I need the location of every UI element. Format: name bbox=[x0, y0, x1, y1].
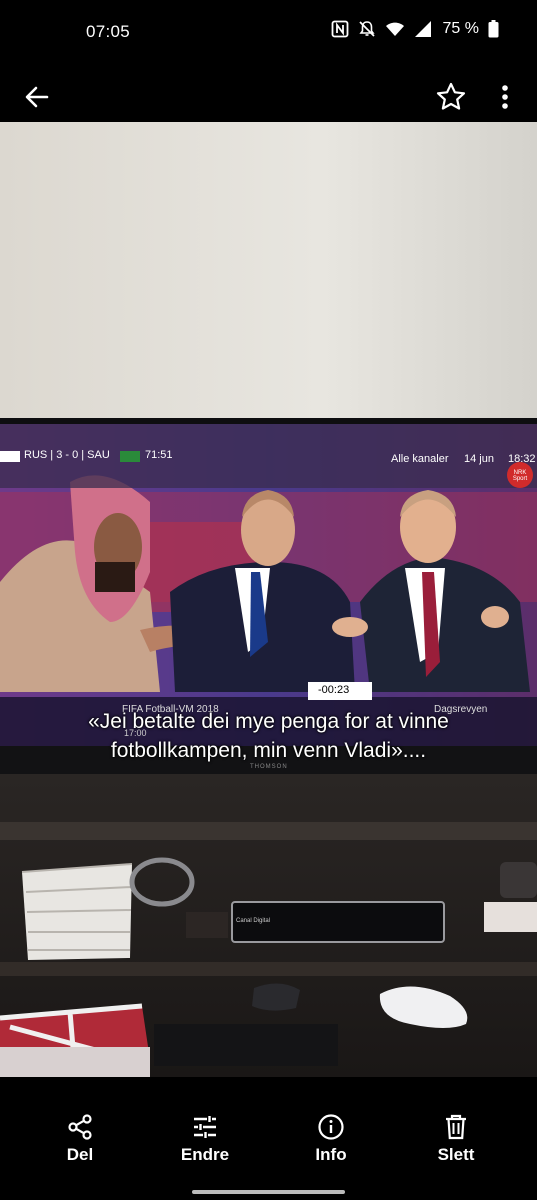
tune-icon bbox=[194, 1116, 216, 1138]
status-bar: 07:05 75 % bbox=[0, 0, 537, 62]
share-label: Del bbox=[66, 1145, 94, 1164]
tv-date: 14 jun bbox=[464, 453, 494, 465]
battery-icon bbox=[488, 20, 499, 38]
trash-icon bbox=[446, 1114, 466, 1140]
bottom-action-bar: Del Endre Info Slett bbox=[0, 1077, 537, 1200]
home-indicator[interactable] bbox=[192, 1190, 345, 1194]
more-vert-icon bbox=[502, 85, 508, 109]
info-button[interactable]: Info bbox=[286, 1113, 376, 1165]
delete-button[interactable]: Slett bbox=[411, 1113, 501, 1165]
tv-channel-label: Alle kanaler bbox=[391, 453, 449, 465]
caption-line-1: «Jei betalte dei mye penga for at vinne bbox=[88, 710, 449, 733]
caption-line-2: fotbollkampen, min venn Vladi».... bbox=[110, 739, 427, 762]
edit-label: Endre bbox=[180, 1145, 230, 1164]
app-bar bbox=[0, 62, 537, 122]
back-button[interactable] bbox=[20, 80, 54, 114]
photo-image bbox=[0, 122, 537, 1077]
battery-percentage: 75 % bbox=[442, 20, 479, 37]
back-arrow-icon bbox=[25, 86, 49, 108]
share-icon bbox=[68, 1114, 92, 1140]
tv-score-overlay: RUS | 3 - 0 | SAU bbox=[24, 449, 110, 461]
nfc-icon bbox=[331, 20, 348, 38]
favorite-button[interactable] bbox=[434, 80, 468, 114]
tv-badge: NRK Sport bbox=[512, 470, 528, 482]
more-options-button[interactable] bbox=[494, 80, 516, 114]
wifi-icon bbox=[385, 22, 404, 36]
mute-icon bbox=[358, 21, 375, 37]
tv-brand: THOMSON bbox=[250, 764, 288, 770]
tv-match-time: 71:51 bbox=[145, 449, 173, 461]
edit-button[interactable]: Endre bbox=[160, 1113, 250, 1165]
share-button[interactable]: Del bbox=[35, 1113, 125, 1165]
device-label: Canal Digital bbox=[236, 918, 271, 924]
tv-player-time: -00:23 bbox=[318, 684, 350, 696]
info-label: Info bbox=[315, 1145, 347, 1164]
tv-clock: 18:32 bbox=[508, 453, 536, 465]
signal-icon bbox=[414, 21, 431, 37]
status-time: 07:05 bbox=[86, 22, 131, 41]
photo-viewer[interactable]: RUS | 3 - 0 | SAU 71:51 Alle kanaler 14 … bbox=[0, 122, 537, 1077]
status-icons: 75 % bbox=[331, 20, 499, 38]
star-icon bbox=[436, 82, 466, 110]
delete-label: Slett bbox=[437, 1145, 475, 1164]
info-icon bbox=[318, 1114, 344, 1140]
